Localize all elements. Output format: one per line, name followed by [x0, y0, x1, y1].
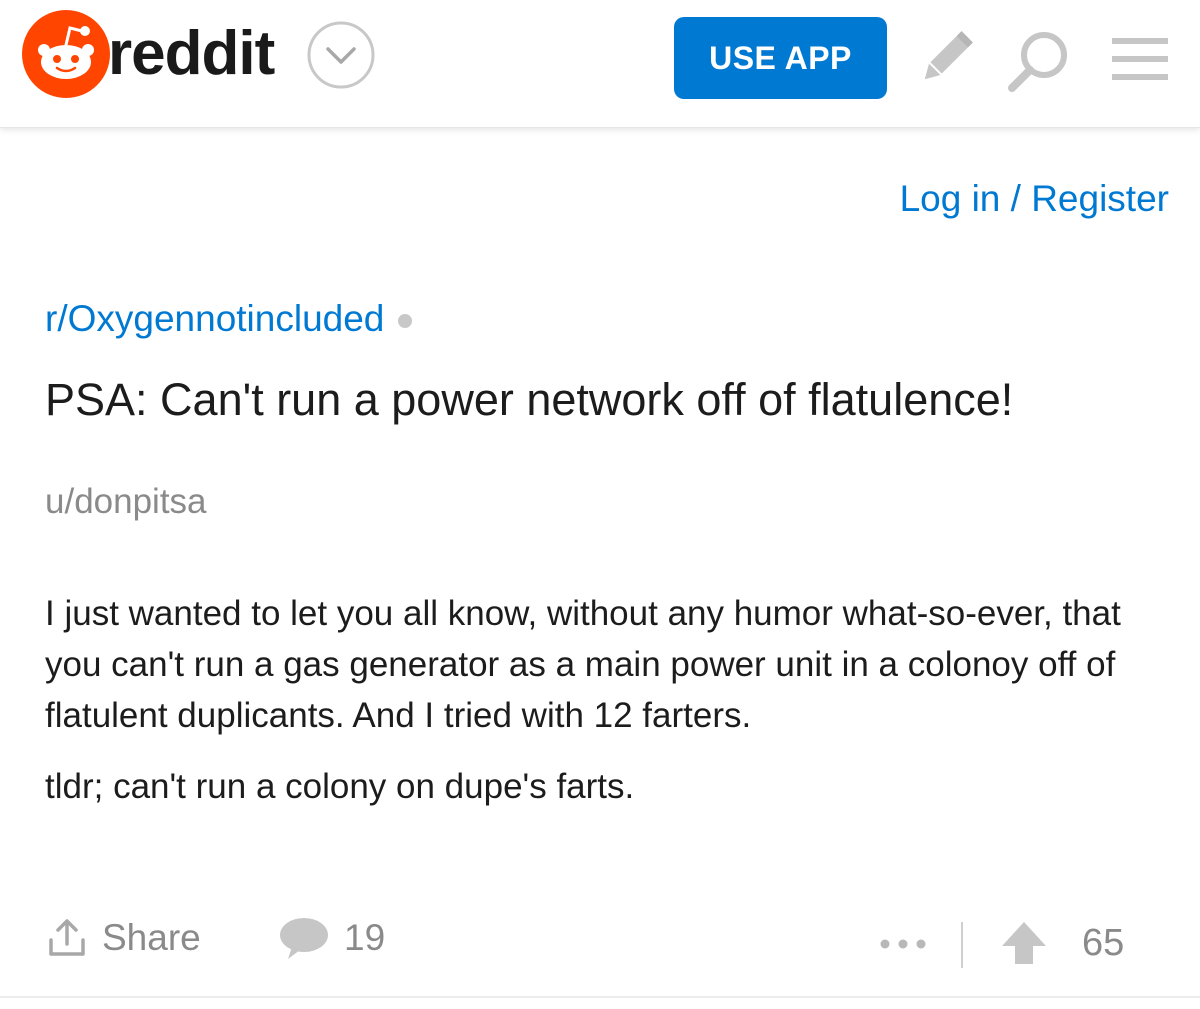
top-header: reddit USE APP: [0, 0, 1200, 128]
post-actions-bar: Share 19 65: [0, 900, 1200, 980]
upvote-button[interactable]: [1000, 918, 1048, 968]
post-body-paragraph: I just wanted to let you all know, witho…: [45, 594, 1121, 735]
hamburger-menu-icon[interactable]: [1112, 36, 1168, 82]
pencil-icon[interactable]: [914, 26, 978, 90]
reddit-logo[interactable]: [22, 10, 110, 98]
separator-dot: [398, 314, 413, 328]
use-app-button[interactable]: USE APP: [674, 17, 887, 99]
more-dots-icon: [880, 939, 926, 949]
vertical-divider: [961, 922, 963, 968]
vote-score: 65: [1082, 922, 1125, 964]
more-options-button[interactable]: [878, 918, 928, 968]
search-icon[interactable]: [1004, 26, 1074, 96]
login-register-link[interactable]: Log in / Register: [900, 178, 1169, 220]
chevron-down-icon[interactable]: [306, 20, 376, 90]
subreddit-link[interactable]: r/Oxygennotincluded: [45, 298, 384, 340]
post-author-link[interactable]: u/donpitsa: [45, 482, 207, 522]
share-button[interactable]: Share: [48, 908, 201, 968]
post-title[interactable]: PSA: Can't run a power network off of fl…: [45, 374, 1165, 426]
share-icon: [49, 919, 85, 956]
post-meta: r/Oxygennotincluded: [45, 298, 413, 340]
post-body: I just wanted to let you all know, witho…: [45, 588, 1165, 832]
snoo-logo-icon: [22, 10, 110, 98]
comment-bubble-icon: [280, 918, 328, 959]
reddit-wordmark[interactable]: reddit: [108, 10, 275, 98]
upvote-arrow-icon: [1002, 922, 1046, 964]
comments-button[interactable]: 19: [278, 908, 385, 968]
bottom-divider: [0, 996, 1200, 998]
share-label: Share: [102, 917, 201, 958]
post-body-paragraph: tldr; can't run a colony on dupe's farts…: [45, 767, 635, 806]
comment-count: 19: [344, 917, 386, 958]
